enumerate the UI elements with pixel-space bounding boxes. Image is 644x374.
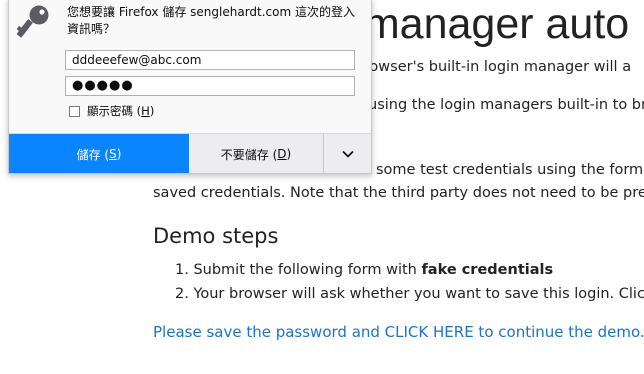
doorhanger-footer: 儲存 (S) 不要儲存 (D) xyxy=(9,133,371,173)
show-password-label: 顯示密碼 (H) xyxy=(87,104,155,118)
demo-step-2: 2. Your browser will ask whether you wan… xyxy=(175,286,644,302)
browser-viewport: n manager auto r browser's built-in logi… xyxy=(0,0,644,374)
page-title: n manager auto xyxy=(328,0,630,48)
show-password-toggle[interactable]: 顯示密碼 (H) xyxy=(69,103,154,119)
demo-step-1: 1. Submit the following form with fake c… xyxy=(175,258,644,282)
demo-steps-heading: Demo steps xyxy=(153,224,279,248)
instructions-paragraph-line2: saved credentials. Note that the third p… xyxy=(153,185,644,201)
dont-save-button[interactable]: 不要儲存 (D) xyxy=(189,134,324,173)
demo-step-1-text: 1. Submit the following form with xyxy=(175,262,422,278)
save-login-prompt: 您想要讓 Firefox 儲存 senglehardt.com 這次的登入資訊嗎… xyxy=(67,5,355,36)
password-field[interactable]: ●●●●● xyxy=(65,76,355,96)
chevron-down-icon xyxy=(341,150,354,158)
demo-step-1-emphasis: fake credentials xyxy=(421,262,554,278)
instructions-paragraph-line1: some test credentials using the form b xyxy=(376,162,644,178)
intro-paragraph: r browser's built-in login manager will … xyxy=(344,59,632,75)
save-login-doorhanger: 您想要讓 Firefox 儲存 senglehardt.com 這次的登入資訊嗎… xyxy=(8,0,372,174)
username-field[interactable] xyxy=(65,50,355,70)
more-options-button[interactable] xyxy=(324,134,371,173)
demo-steps-list: 1. Submit the following form with fake c… xyxy=(175,258,644,306)
save-button[interactable]: 儲存 (S) xyxy=(9,134,189,173)
continue-demo-link[interactable]: Please save the password and CLICK HERE … xyxy=(153,321,644,343)
show-password-checkbox[interactable] xyxy=(69,105,80,117)
key-icon xyxy=(17,5,49,38)
explanation-paragraph-line1: using the login managers built-in to bro xyxy=(368,97,644,113)
